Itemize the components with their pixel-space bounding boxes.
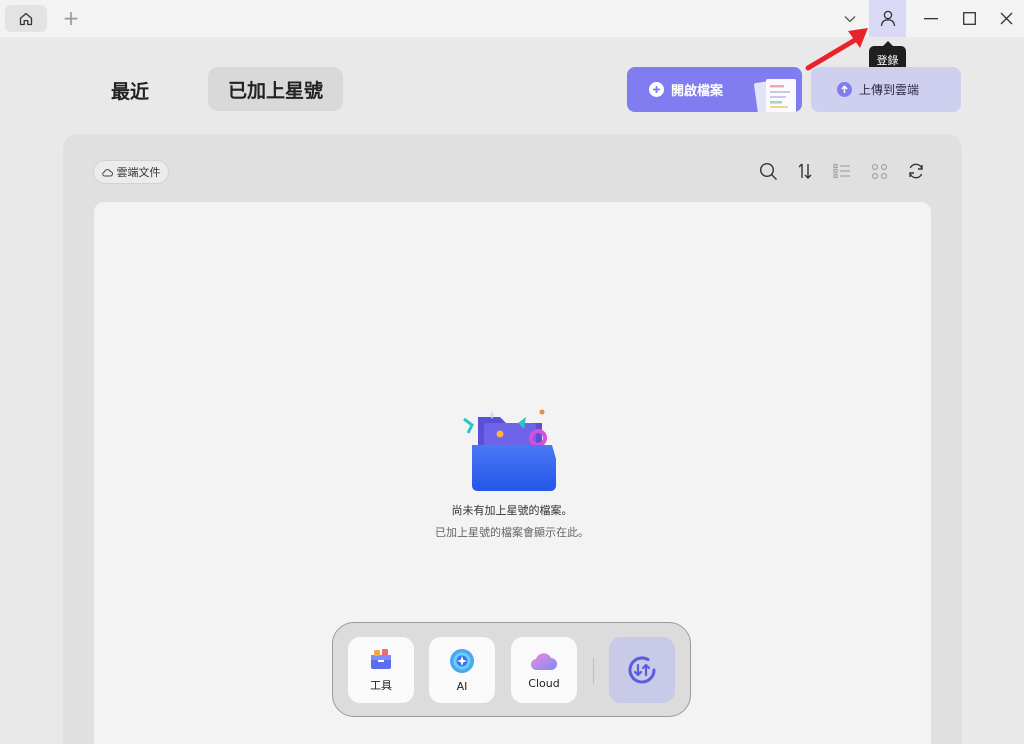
close-button[interactable] bbox=[992, 0, 1020, 37]
maximize-button[interactable] bbox=[954, 0, 984, 37]
dock-tools-button[interactable]: 工具 bbox=[348, 637, 414, 703]
minimize-icon bbox=[924, 17, 938, 19]
toolbox-icon bbox=[371, 649, 391, 669]
list-view-button[interactable] bbox=[831, 160, 853, 182]
upload-label: 上傳到雲端 bbox=[859, 83, 920, 97]
dock-ai-button[interactable]: AI bbox=[429, 637, 495, 703]
search-button[interactable] bbox=[757, 160, 779, 182]
dock-cloud-label: Cloud bbox=[528, 676, 560, 690]
documents-illustration-icon bbox=[754, 79, 796, 112]
empty-state-title: 尚未有加上星號的檔案。 bbox=[451, 504, 573, 517]
refresh-icon bbox=[909, 163, 923, 179]
ai-assistant-icon bbox=[450, 648, 474, 673]
open-file-label: 開啟檔案 bbox=[671, 84, 724, 99]
list-view-icon bbox=[833, 163, 850, 179]
sort-icon bbox=[798, 163, 812, 179]
dock-cloud-button[interactable]: Cloud bbox=[511, 637, 577, 703]
search-icon bbox=[759, 162, 777, 180]
upload-arrow-icon bbox=[837, 82, 852, 97]
tab-recent[interactable]: 最近 bbox=[95, 70, 165, 110]
grid-view-icon bbox=[871, 163, 887, 179]
cloud-chip-label: 雲端文件 bbox=[116, 166, 161, 179]
close-icon bbox=[1000, 12, 1012, 25]
cloud-icon bbox=[101, 168, 113, 176]
home-icon bbox=[19, 12, 33, 25]
cloud-service-icon bbox=[530, 652, 557, 670]
user-icon bbox=[880, 10, 895, 27]
cloud-documents-chip[interactable]: 雲端文件 bbox=[93, 160, 169, 184]
open-file-button[interactable]: 開啟檔案 bbox=[627, 67, 802, 112]
refresh-button[interactable] bbox=[905, 160, 927, 182]
maximize-icon bbox=[962, 12, 976, 25]
home-tab[interactable] bbox=[5, 5, 47, 32]
dock-divider bbox=[593, 658, 594, 684]
empty-folder-illustration-icon bbox=[463, 409, 556, 491]
new-tab-plus-icon[interactable]: + bbox=[62, 8, 80, 28]
dock-ai-label: AI bbox=[456, 679, 468, 693]
sync-icon bbox=[628, 656, 656, 684]
upload-to-cloud-button[interactable]: 上傳到雲端 bbox=[811, 67, 961, 112]
dock-sync-button[interactable] bbox=[609, 637, 675, 703]
grid-view-button[interactable] bbox=[868, 160, 890, 182]
sort-button[interactable] bbox=[794, 160, 816, 182]
plus-circle-icon bbox=[649, 82, 664, 97]
dock-tools-label: 工具 bbox=[370, 679, 392, 692]
tab-starred[interactable]: 已加上星號 bbox=[208, 67, 343, 111]
empty-state-subtitle: 已加上星號的檔案會顯示在此。 bbox=[435, 526, 589, 539]
minimize-button[interactable] bbox=[916, 0, 946, 37]
